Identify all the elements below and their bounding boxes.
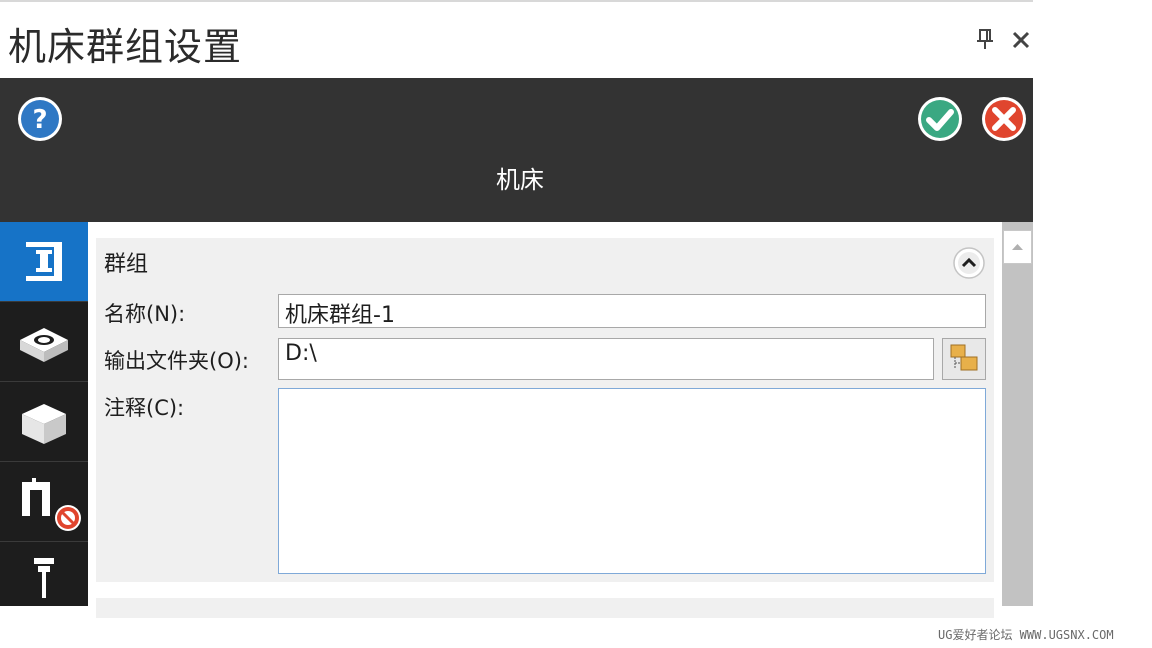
machine-column-icon xyxy=(26,242,62,281)
output-folder-field[interactable]: D:\ xyxy=(278,338,934,380)
watermark: UG爱好者论坛 WWW.UGSNX.COM xyxy=(938,628,1114,642)
name-field[interactable]: 机床群组-1 xyxy=(278,294,986,328)
pin-icon[interactable] xyxy=(974,26,996,52)
collapse-icon[interactable] xyxy=(952,246,986,280)
arrow-up-icon xyxy=(1012,244,1023,250)
sidebar-item-stock[interactable] xyxy=(0,302,88,382)
window-title: 机床群组设置 xyxy=(8,25,243,69)
sidebar xyxy=(0,222,88,606)
solid-block-icon xyxy=(22,404,66,444)
ok-button[interactable] xyxy=(916,95,964,143)
name-label: 名称(N): xyxy=(104,302,186,326)
svg-text:?: ? xyxy=(32,105,47,135)
vertical-scrollbar[interactable] xyxy=(1002,222,1033,606)
next-section xyxy=(96,598,994,618)
dialog-window: 机床群组设置 ? 机床 群组 名称(N): 机床群组-1 输出文件夹(O): D… xyxy=(0,0,1152,648)
tool-holder-icon xyxy=(34,558,54,598)
group-section: 群组 名称(N): 机床群组-1 输出文件夹(O): D:\ 注释(C): xyxy=(96,238,994,582)
sidebar-item-machine[interactable] xyxy=(0,222,88,302)
header-label: 机床 xyxy=(496,166,544,194)
title-bar: 机床群组设置 xyxy=(0,2,1033,78)
fixture-disabled-icon xyxy=(22,478,81,531)
sidebar-item-fixture[interactable] xyxy=(0,462,88,542)
scroll-up-button[interactable] xyxy=(1003,230,1032,264)
group-title: 群组 xyxy=(104,252,149,277)
output-folder-label: 输出文件夹(O): xyxy=(104,349,249,373)
sidebar-item-part[interactable] xyxy=(0,382,88,462)
close-icon[interactable] xyxy=(1010,26,1032,52)
help-icon[interactable]: ? xyxy=(16,95,64,143)
comment-field[interactable] xyxy=(278,388,986,574)
stock-setup-icon xyxy=(20,328,68,362)
comment-label: 注释(C): xyxy=(104,396,185,420)
cancel-button[interactable] xyxy=(980,95,1028,143)
folder-icon xyxy=(950,344,978,371)
sidebar-item-tool[interactable] xyxy=(0,542,88,606)
dialog-content: 群组 名称(N): 机床群组-1 输出文件夹(O): D:\ 注释(C): xyxy=(88,222,1002,618)
dialog-header: ? 机床 xyxy=(0,78,1033,222)
browse-folder-button[interactable] xyxy=(942,338,986,380)
